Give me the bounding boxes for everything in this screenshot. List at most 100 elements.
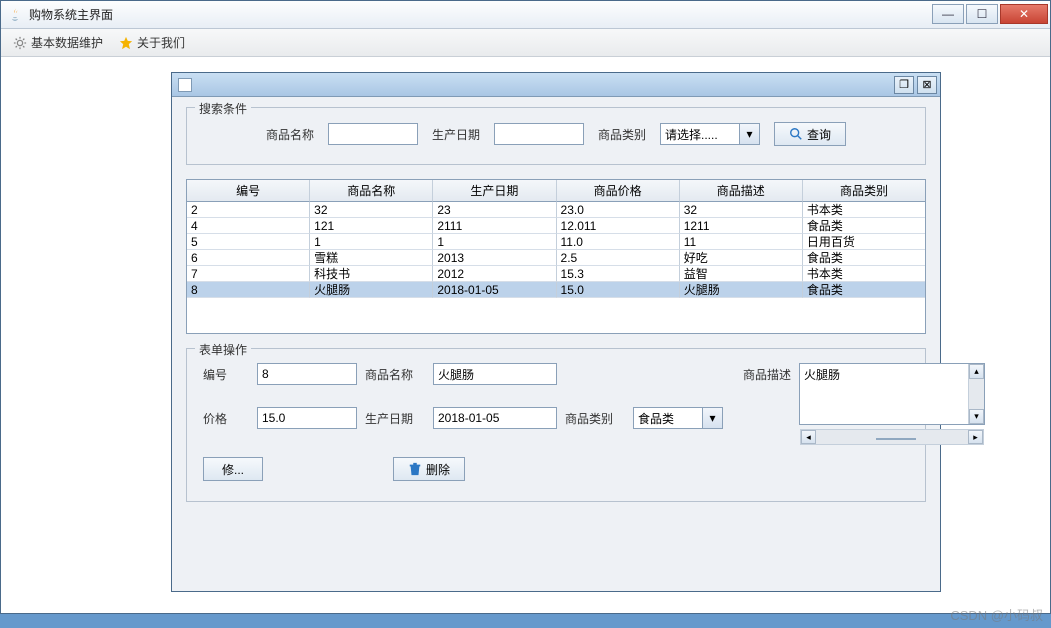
document-icon <box>178 78 192 92</box>
edit-button[interactable]: 修... <box>203 457 263 481</box>
category-select[interactable]: ▾ <box>660 123 760 145</box>
chevron-down-icon[interactable]: ▾ <box>740 123 760 145</box>
table-cell: 7 <box>187 266 310 282</box>
query-button-label: 查询 <box>807 126 831 143</box>
search-group: 搜索条件 商品名称 生产日期 商品类别 ▾ 查询 <box>186 107 926 165</box>
watermark: CSDN @小码叔 <box>950 605 1043 624</box>
table-cell: 12.011 <box>557 218 680 234</box>
table-cell: 15.3 <box>557 266 680 282</box>
search-icon <box>789 127 803 141</box>
table-body[interactable]: 2322323.032书本类4121211112.0111211食品类51111… <box>187 202 925 298</box>
name-label: 商品名称 <box>365 363 425 383</box>
table-cell: 2013 <box>433 250 556 266</box>
delete-button[interactable]: 删除 <box>393 457 465 481</box>
menubar: 基本数据维护 关于我们 <box>1 29 1050 57</box>
star-icon <box>119 36 133 50</box>
minimize-button[interactable]: — <box>932 4 964 24</box>
table-cell: 食品类 <box>803 218 925 234</box>
table-column-header[interactable]: 生产日期 <box>433 180 556 202</box>
trash-icon <box>408 462 422 476</box>
production-date-input[interactable] <box>494 123 584 145</box>
table-row[interactable]: 8火腿肠2018-01-0515.0火腿肠食品类 <box>187 282 925 298</box>
table-cell: 2012 <box>433 266 556 282</box>
desc-label: 商品描述 <box>731 363 791 383</box>
table-column-header[interactable]: 商品类别 <box>803 180 925 202</box>
results-table[interactable]: 编号商品名称生产日期商品价格商品描述商品类别 2322323.032书本类412… <box>186 179 926 334</box>
product-name-label: 商品名称 <box>266 126 314 143</box>
table-cell: 121 <box>310 218 433 234</box>
menu-basic-data[interactable]: 基本数据维护 <box>5 32 111 53</box>
table-column-header[interactable]: 商品名称 <box>310 180 433 202</box>
table-cell: 科技书 <box>310 266 433 282</box>
desc-hscrollbar[interactable]: ◂ ▸ <box>800 429 984 445</box>
table-row[interactable]: 2322323.032书本类 <box>187 202 925 218</box>
table-cell: 1 <box>433 234 556 250</box>
table-column-header[interactable]: 商品价格 <box>557 180 680 202</box>
table-cell: 2 <box>187 202 310 218</box>
table-cell: 食品类 <box>803 250 925 266</box>
table-cell: 2111 <box>433 218 556 234</box>
gear-icon <box>13 36 27 50</box>
name-input[interactable] <box>433 363 557 385</box>
table-column-header[interactable]: 编号 <box>187 180 310 202</box>
table-column-header[interactable]: 商品描述 <box>680 180 803 202</box>
table-cell: 32 <box>680 202 803 218</box>
table-cell: 32 <box>310 202 433 218</box>
table-cell: 书本类 <box>803 202 925 218</box>
form-category-value[interactable] <box>633 407 703 429</box>
internal-frame: ❐ ⊠ 搜索条件 商品名称 生产日期 商品类别 ▾ <box>171 72 941 592</box>
table-cell: 2018-01-05 <box>433 282 556 298</box>
table-cell: 11 <box>680 234 803 250</box>
maximize-button[interactable]: ☐ <box>966 4 998 24</box>
edit-button-label: 修... <box>222 461 244 478</box>
price-input[interactable] <box>257 407 357 429</box>
desc-textarea[interactable] <box>799 363 985 425</box>
id-label: 编号 <box>203 363 249 383</box>
java-icon <box>7 7 23 23</box>
internal-maximize-button[interactable]: ❐ <box>894 76 914 94</box>
scroll-left-icon[interactable]: ◂ <box>801 430 816 444</box>
menu-basic-data-label: 基本数据维护 <box>31 34 103 51</box>
form-legend: 表单操作 <box>195 341 251 358</box>
form-group: 表单操作 编号 商品名称 商品描述 ▴ ▾ <box>186 348 926 502</box>
table-cell: 1211 <box>680 218 803 234</box>
menu-about-us[interactable]: 关于我们 <box>111 32 193 53</box>
close-button[interactable]: ✕ <box>1000 4 1048 24</box>
table-cell: 好吃 <box>680 250 803 266</box>
scroll-up-icon[interactable]: ▴ <box>969 364 984 379</box>
table-cell: 8 <box>187 282 310 298</box>
table-cell: 2.5 <box>557 250 680 266</box>
date-label: 生产日期 <box>365 407 425 427</box>
table-cell: 23 <box>433 202 556 218</box>
scroll-down-icon[interactable]: ▾ <box>969 409 984 424</box>
table-cell: 4 <box>187 218 310 234</box>
product-name-input[interactable] <box>328 123 418 145</box>
table-header: 编号商品名称生产日期商品价格商品描述商品类别 <box>187 180 925 202</box>
table-cell: 23.0 <box>557 202 680 218</box>
chevron-down-icon[interactable]: ▾ <box>703 407 723 429</box>
date-input[interactable] <box>433 407 557 429</box>
table-cell: 雪糕 <box>310 250 433 266</box>
query-button[interactable]: 查询 <box>774 122 846 146</box>
form-category-label: 商品类别 <box>565 407 625 427</box>
table-cell: 15.0 <box>557 282 680 298</box>
table-row[interactable]: 7科技书201215.3益智书本类 <box>187 266 925 282</box>
table-row[interactable]: 4121211112.0111211食品类 <box>187 218 925 234</box>
table-cell: 食品类 <box>803 282 925 298</box>
internal-frame-header[interactable]: ❐ ⊠ <box>172 73 940 97</box>
form-category-select[interactable]: ▾ <box>633 407 723 429</box>
table-row[interactable]: 6雪糕20132.5好吃食品类 <box>187 250 925 266</box>
scroll-right-icon[interactable]: ▸ <box>968 430 983 444</box>
id-input[interactable] <box>257 363 357 385</box>
table-cell: 火腿肠 <box>680 282 803 298</box>
internal-close-button[interactable]: ⊠ <box>917 76 937 94</box>
category-select-value[interactable] <box>660 123 740 145</box>
delete-button-label: 删除 <box>426 461 450 478</box>
table-cell: 5 <box>187 234 310 250</box>
scroll-thumb[interactable] <box>876 438 916 440</box>
menu-about-us-label: 关于我们 <box>137 34 185 51</box>
window-title: 购物系统主界面 <box>29 6 113 23</box>
desc-vscrollbar[interactable]: ▴ ▾ <box>968 364 984 424</box>
table-row[interactable]: 51111.011日用百货 <box>187 234 925 250</box>
client-area: ❐ ⊠ 搜索条件 商品名称 生产日期 商品类别 ▾ <box>1 57 1050 613</box>
